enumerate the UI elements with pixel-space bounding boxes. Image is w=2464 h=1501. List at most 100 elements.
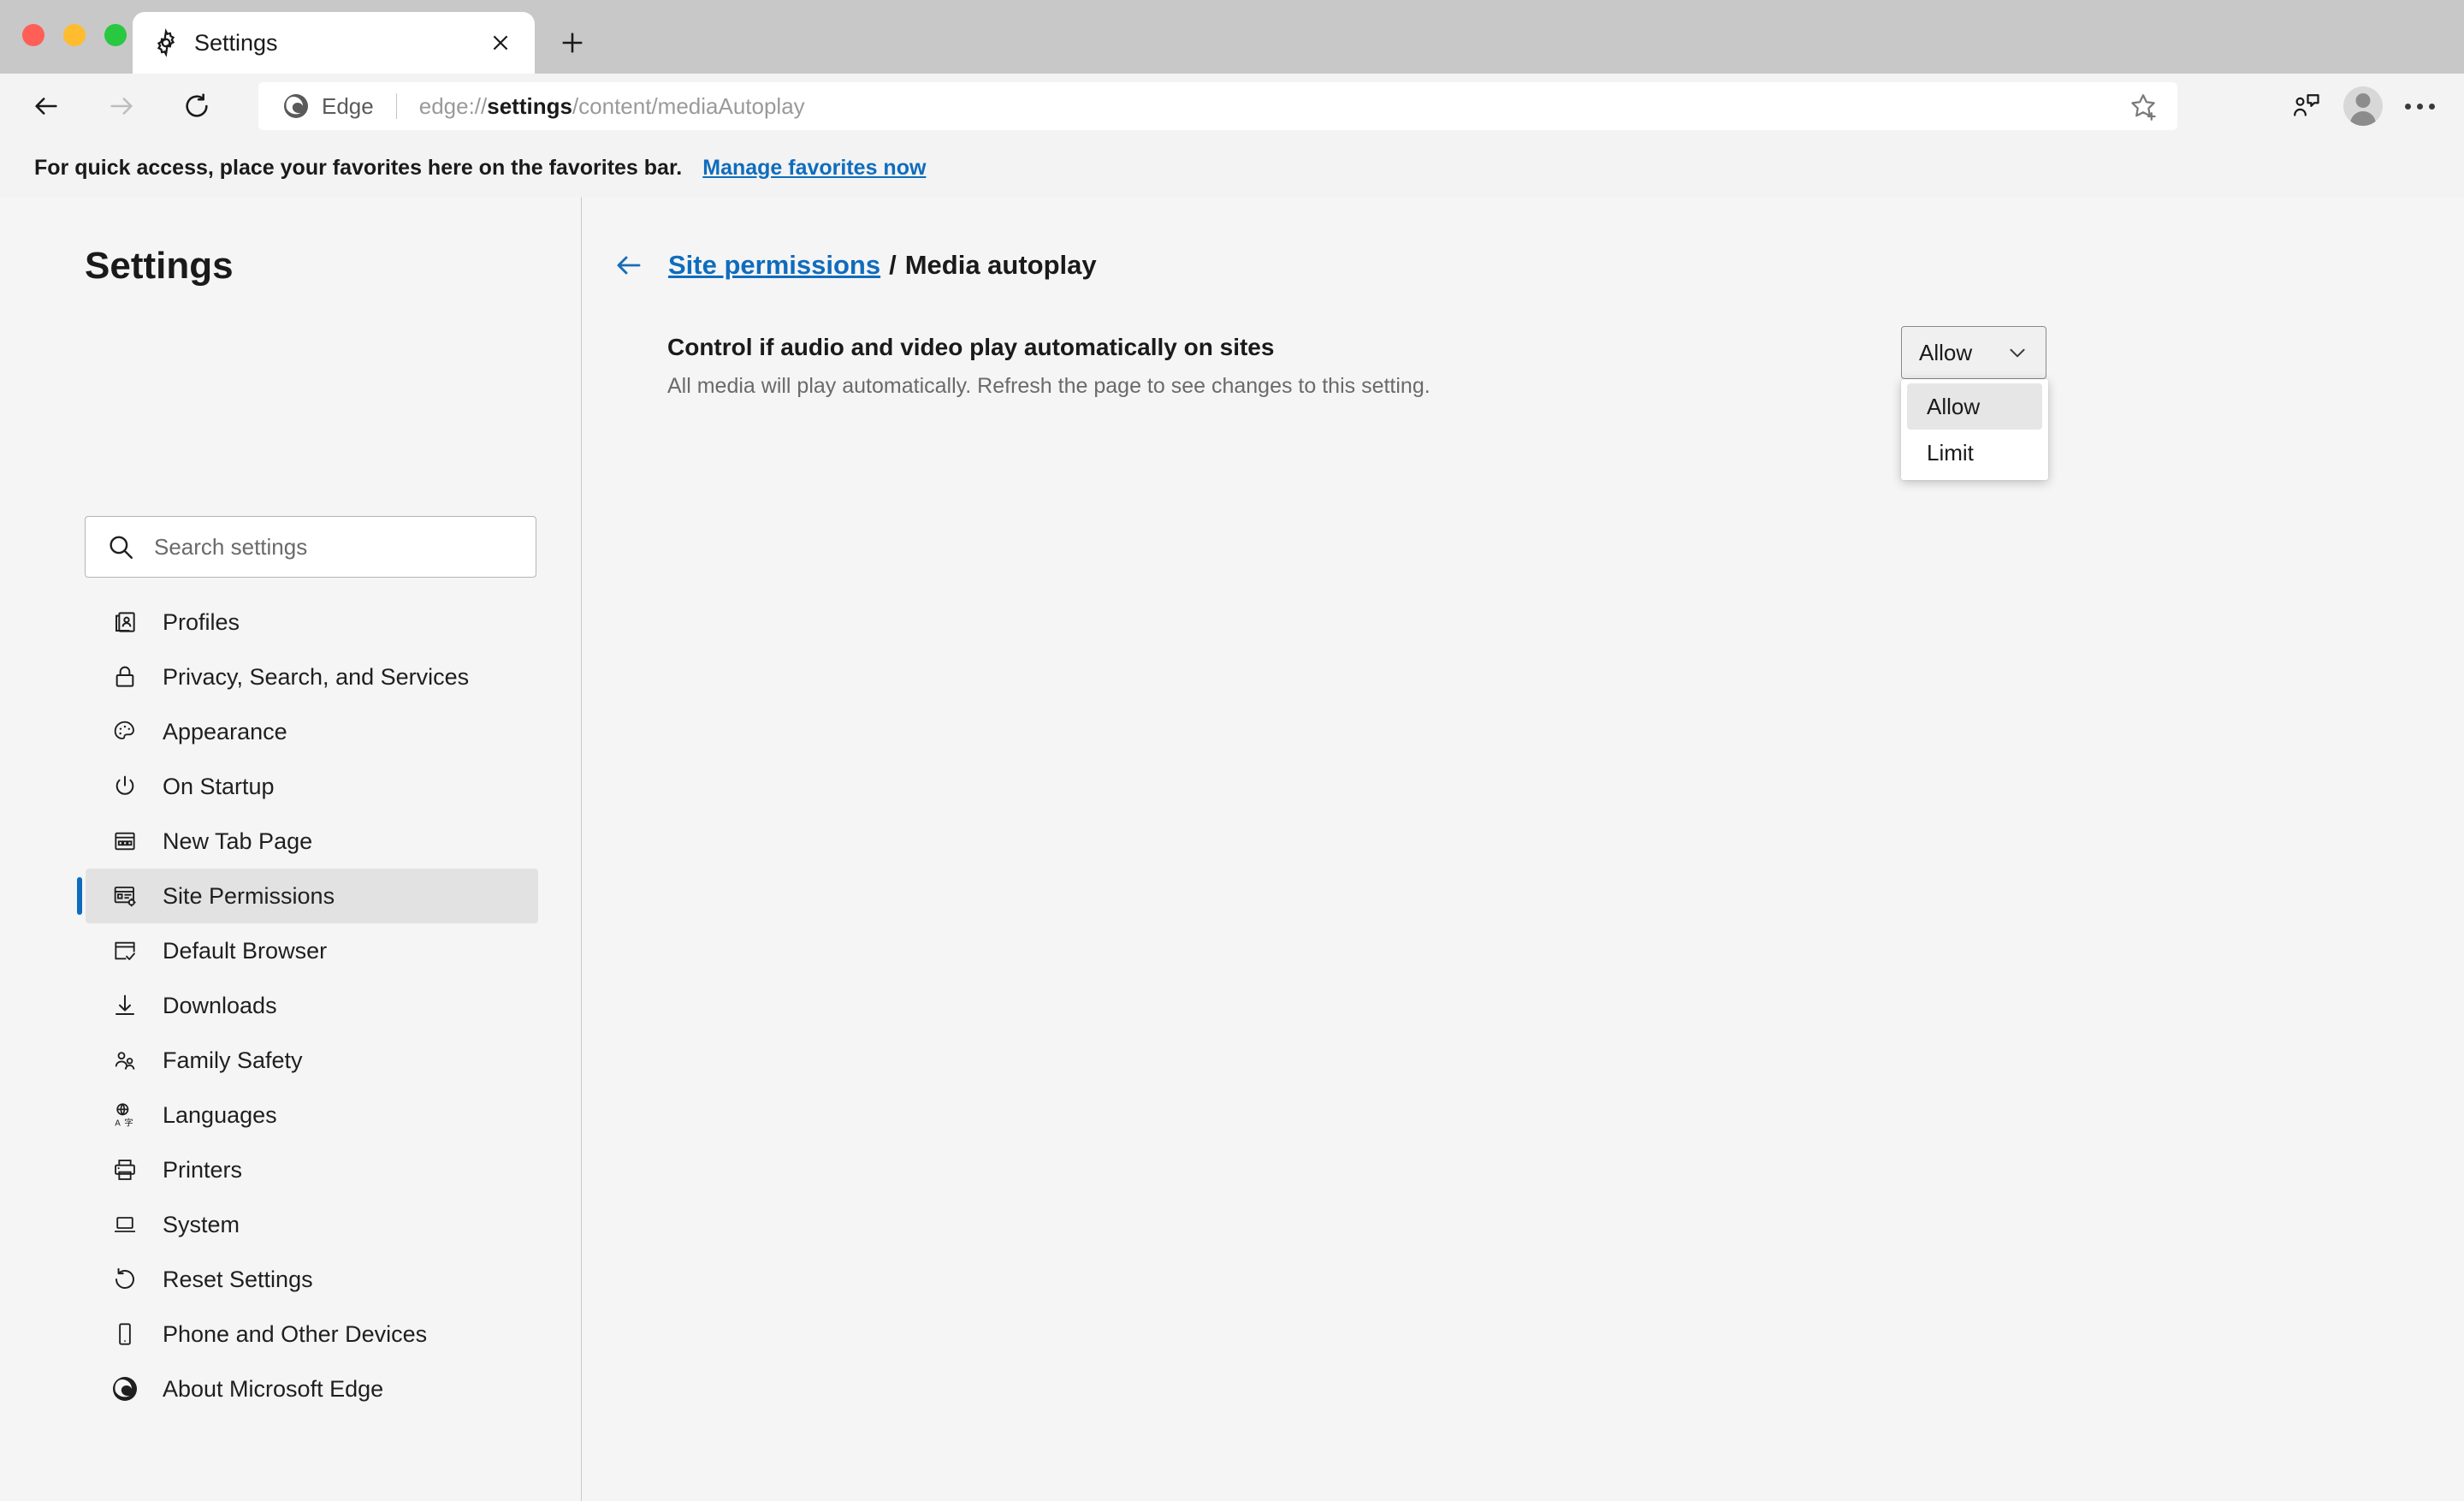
new-tab-button[interactable] <box>552 22 593 63</box>
settings-page: Settings Search settings Profiles Privac… <box>0 197 2464 1501</box>
search-input[interactable]: Search settings <box>154 534 307 561</box>
profiles-icon <box>110 607 140 638</box>
back-button[interactable] <box>22 82 70 130</box>
printer-icon <box>110 1154 140 1185</box>
laptop-icon <box>110 1209 140 1240</box>
omnibox-separator <box>395 93 397 119</box>
window-minimize-button[interactable] <box>63 24 86 46</box>
profile-button[interactable] <box>2339 82 2387 130</box>
sidebar-item-new-tab-page[interactable]: New Tab Page <box>86 814 538 869</box>
collections-icon[interactable] <box>2283 82 2331 130</box>
breadcrumb-parent-link[interactable]: Site permissions <box>668 250 880 281</box>
sidebar-item-label: Languages <box>163 1101 277 1128</box>
sidebar-nav-list: Profiles Privacy, Search, and Services A… <box>0 595 581 1416</box>
palette-icon <box>110 716 140 747</box>
close-icon[interactable] <box>485 27 516 58</box>
autoplay-dropdown-value: Allow <box>1919 339 1973 365</box>
sidebar-item-label: Privacy, Search, and Services <box>163 663 470 690</box>
sidebar-item-label: Reset Settings <box>163 1266 313 1292</box>
autoplay-dropdown-button[interactable]: Allow <box>1901 326 2046 379</box>
setting-title: Control if audio and video play automati… <box>667 334 1275 360</box>
chevron-down-icon <box>2006 341 2029 364</box>
sidebar-item-label: Profiles <box>163 608 240 635</box>
autoplay-dropdown-menu: Allow Limit <box>1901 379 2048 480</box>
phone-icon <box>110 1319 140 1350</box>
languages-icon: A 字 <box>110 1100 140 1130</box>
svg-text:字: 字 <box>124 1118 133 1129</box>
sidebar-item-label: Phone and Other Devices <box>163 1320 428 1347</box>
settings-sidebar: Settings Search settings Profiles Privac… <box>0 197 581 1501</box>
sidebar-item-label: About Microsoft Edge <box>163 1375 384 1402</box>
sidebar-item-on-startup[interactable]: On Startup <box>86 759 538 814</box>
default-browser-icon <box>110 935 140 966</box>
favorites-bar: For quick access, place your favorites h… <box>0 139 2464 197</box>
sidebar-item-label: Appearance <box>163 718 287 745</box>
forward-button <box>98 82 145 130</box>
sidebar-item-label: New Tab Page <box>163 828 313 854</box>
gear-icon <box>151 28 181 57</box>
window-controls <box>22 24 127 46</box>
sidebar-item-appearance[interactable]: Appearance <box>86 704 538 759</box>
sidebar-item-label: Downloads <box>163 992 277 1018</box>
favorites-bar-message: For quick access, place your favorites h… <box>34 155 683 180</box>
browser-toolbar: Edge edge://settings/content/mediaAutopl… <box>0 74 2464 139</box>
manage-favorites-link[interactable]: Manage favorites now <box>702 156 926 181</box>
sidebar-item-label: System <box>163 1211 240 1237</box>
reload-button[interactable] <box>173 82 221 130</box>
arrow-left-icon[interactable] <box>612 248 646 282</box>
sidebar-item-about-microsoft-edge[interactable]: About Microsoft Edge <box>86 1362 538 1416</box>
search-icon <box>106 532 135 561</box>
settings-content: Site permissions / Media autoplay Contro… <box>582 197 2464 1501</box>
sidebar-item-label: Default Browser <box>163 937 328 964</box>
sidebar-item-default-browser[interactable]: Default Browser <box>86 923 538 978</box>
url-text: edge://settings/content/mediaAutoplay <box>419 93 2124 120</box>
edge-logo-icon <box>110 1373 140 1404</box>
sidebar-item-label: On Startup <box>163 773 275 799</box>
setting-description: All media will play automatically. Refre… <box>667 374 1430 398</box>
tab-strip: Settings <box>0 0 2464 74</box>
site-permissions-icon <box>110 881 140 911</box>
family-icon <box>110 1045 140 1076</box>
url-suffix: /content/mediaAutoplay <box>572 92 805 119</box>
reset-icon <box>110 1264 140 1295</box>
star-add-icon[interactable] <box>2124 87 2162 125</box>
sidebar-item-label: Printers <box>163 1156 243 1183</box>
sidebar-item-languages[interactable]: A 字 Languages <box>86 1088 538 1142</box>
edge-brand: Edge <box>282 92 374 120</box>
breadcrumb-current: Media autoplay <box>904 250 1097 280</box>
avatar <box>2343 86 2383 126</box>
power-icon <box>110 771 140 802</box>
page-title: Settings <box>85 245 234 287</box>
breadcrumb-separator: / <box>889 250 897 280</box>
sidebar-item-site-permissions[interactable]: Site Permissions <box>77 869 538 923</box>
toolbar-right-actions <box>2283 82 2443 130</box>
sidebar-item-privacy-search-services[interactable]: Privacy, Search, and Services <box>86 650 538 704</box>
browser-tab-settings[interactable]: Settings <box>133 12 535 74</box>
search-settings-box[interactable]: Search settings <box>85 516 536 578</box>
edge-logo-icon <box>282 92 310 120</box>
breadcrumb: Site permissions / Media autoplay <box>612 248 1097 282</box>
download-icon <box>110 990 140 1021</box>
sidebar-item-downloads[interactable]: Downloads <box>86 978 538 1033</box>
edge-brand-label: Edge <box>322 92 374 119</box>
more-ellipsis-icon[interactable] <box>2396 82 2443 130</box>
sidebar-item-label: Family Safety <box>163 1047 303 1073</box>
autoplay-dropdown: Allow Allow Limit <box>1901 326 2048 480</box>
window-close-button[interactable] <box>22 24 44 46</box>
address-bar[interactable]: Edge edge://settings/content/mediaAutopl… <box>258 82 2177 130</box>
tab-title: Settings <box>194 29 278 56</box>
sidebar-item-reset-settings[interactable]: Reset Settings <box>86 1252 538 1307</box>
url-bold-segment: settings <box>487 92 572 119</box>
svg-text:A: A <box>115 1119 121 1129</box>
window-maximize-button[interactable] <box>104 24 127 46</box>
sidebar-item-family-safety[interactable]: Family Safety <box>86 1033 538 1088</box>
sidebar-item-system[interactable]: System <box>86 1197 538 1252</box>
url-prefix: edge:// <box>418 92 488 119</box>
dropdown-option-limit[interactable]: Limit <box>1907 430 2042 476</box>
sidebar-item-printers[interactable]: Printers <box>86 1142 538 1197</box>
dropdown-option-allow[interactable]: Allow <box>1907 383 2042 430</box>
lock-icon <box>110 662 140 692</box>
sidebar-item-phone-and-other-devices[interactable]: Phone and Other Devices <box>86 1307 538 1362</box>
new-tab-page-icon <box>110 826 140 857</box>
sidebar-item-profiles[interactable]: Profiles <box>86 595 538 650</box>
